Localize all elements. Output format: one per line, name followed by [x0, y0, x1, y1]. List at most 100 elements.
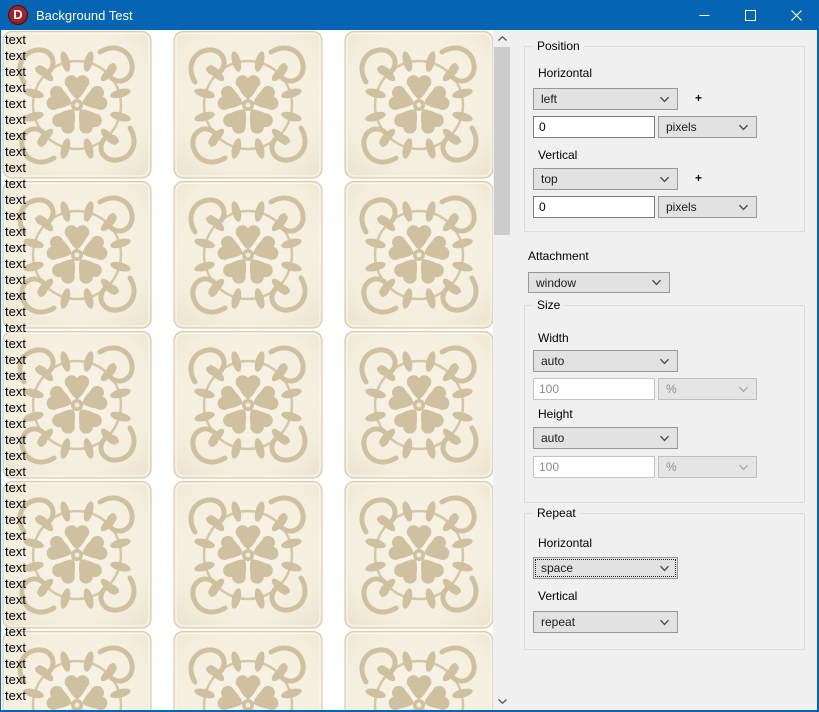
maximize-icon [745, 10, 756, 21]
titlebar: D Background Test [0, 0, 819, 30]
overlay-text-item: text [5, 464, 26, 480]
pattern-tile [344, 630, 493, 710]
size-group-legend: Size [533, 298, 564, 312]
scroll-up-button[interactable] [493, 30, 511, 47]
position-vertical-offset-input[interactable] [533, 196, 655, 218]
pattern-tile [344, 180, 493, 330]
overlay-text-item: text [5, 112, 26, 128]
overlay-text-item: text [5, 592, 26, 608]
overlay-text-item: text [5, 64, 26, 80]
combobox-value: auto [541, 354, 564, 368]
pattern-tile [173, 480, 323, 630]
overlay-text-item: text [5, 352, 26, 368]
size-height-value-input [533, 456, 655, 478]
overlay-text-item: text [5, 576, 26, 592]
chevron-up-icon [498, 36, 507, 41]
overlay-text-item: text [5, 432, 26, 448]
chevron-down-icon [659, 96, 670, 103]
size-width-value-input [533, 378, 655, 400]
overlay-text-item: text [5, 528, 26, 544]
overlay-text-item: text [5, 400, 26, 416]
overlay-text-item: text [5, 32, 26, 48]
chevron-down-icon [498, 699, 507, 704]
overlay-text-item: text [5, 336, 26, 352]
minimize-button[interactable] [681, 0, 727, 30]
overlay-text-item: text [5, 640, 26, 656]
pattern-tile [173, 630, 323, 710]
maximize-button[interactable] [727, 0, 773, 30]
vertical-scrollbar[interactable] [493, 30, 511, 710]
combobox-value: window [536, 276, 576, 290]
overlay-text-item: text [5, 256, 26, 272]
overlay-text-item: text [5, 480, 26, 496]
size-width-mode-combobox[interactable]: auto [533, 350, 678, 372]
combobox-value: space [541, 561, 573, 575]
position-horizontal-combobox[interactable]: left [533, 88, 678, 110]
scroll-down-button[interactable] [493, 693, 511, 710]
position-vertical-unit-combobox[interactable]: pixels [658, 196, 757, 218]
tile-column [344, 30, 493, 710]
repeat-horizontal-combobox[interactable]: space [533, 557, 678, 579]
overlay-text-item: text [5, 288, 26, 304]
overlay-text-item: text [5, 496, 26, 512]
chevron-down-icon [738, 386, 749, 393]
overlay-text-item: text [5, 96, 26, 112]
repeat-vertical-combobox[interactable]: repeat [533, 611, 678, 633]
overlay-text-item: text [5, 624, 26, 640]
size-height-label: Height [538, 407, 573, 421]
overlay-text-item: text [5, 240, 26, 256]
settings-panel: Position Horizontal left + pixels Vertic… [511, 30, 817, 710]
tile-column [173, 30, 323, 710]
overlay-text-item: text [5, 384, 26, 400]
repeat-horizontal-label: Horizontal [538, 536, 592, 550]
overlay-text-item: text [5, 176, 26, 192]
close-icon [791, 10, 802, 21]
overlay-text-item: text [5, 688, 26, 704]
overlay-text-list: texttexttexttexttexttexttexttexttexttext… [5, 32, 26, 704]
pattern-tile [344, 480, 493, 630]
attachment-combobox[interactable]: window [528, 272, 670, 293]
overlay-text-item: text [5, 320, 26, 336]
overlay-text-item: text [5, 304, 26, 320]
position-vertical-label: Vertical [538, 148, 577, 162]
pattern-tile [173, 30, 323, 180]
overlay-text-item: text [5, 208, 26, 224]
position-horizontal-plus: + [695, 91, 702, 105]
overlay-text-item: text [5, 560, 26, 576]
combobox-value: left [541, 92, 557, 106]
window-title: Background Test [36, 8, 133, 23]
scrollbar-thumb[interactable] [494, 47, 510, 235]
chevron-down-icon [738, 464, 749, 471]
position-horizontal-label: Horizontal [538, 66, 592, 80]
attachment-label: Attachment [528, 249, 589, 263]
pattern-tile [344, 30, 493, 180]
app-icon: D [8, 5, 28, 25]
chevron-down-icon [659, 435, 670, 442]
chevron-down-icon [659, 358, 670, 365]
overlay-text-item: text [5, 224, 26, 240]
position-horizontal-unit-combobox[interactable]: pixels [658, 116, 757, 138]
background-preview-panel: texttexttexttexttexttexttexttexttexttext… [1, 30, 493, 710]
position-horizontal-offset-input[interactable] [533, 116, 655, 138]
position-vertical-plus: + [695, 171, 702, 185]
pattern-tile [173, 330, 323, 480]
overlay-text-item: text [5, 144, 26, 160]
size-width-unit-combobox: % [658, 378, 757, 400]
position-group-legend: Position [533, 39, 584, 53]
combobox-value: auto [541, 431, 564, 445]
combobox-value: pixels [666, 200, 697, 214]
app-window: D Background Test texttexttexttexttextte… [0, 0, 819, 712]
size-height-mode-combobox[interactable]: auto [533, 427, 678, 449]
close-button[interactable] [773, 0, 819, 30]
overlay-text-item: text [5, 80, 26, 96]
position-vertical-combobox[interactable]: top [533, 168, 678, 190]
pattern-tile [344, 330, 493, 480]
combobox-value: repeat [541, 615, 575, 629]
combobox-value: top [541, 172, 558, 186]
overlay-text-item: text [5, 272, 26, 288]
size-width-label: Width [538, 331, 569, 345]
chevron-down-icon [659, 565, 670, 572]
overlay-text-item: text [5, 544, 26, 560]
combobox-value: % [666, 460, 677, 474]
overlay-text-item: text [5, 128, 26, 144]
